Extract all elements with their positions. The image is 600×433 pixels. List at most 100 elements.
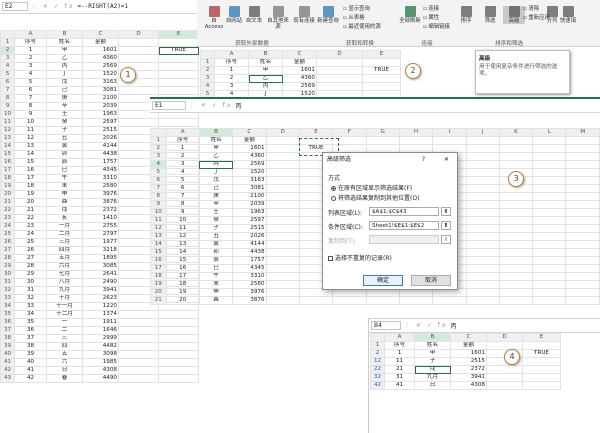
row-header[interactable]: 6 <box>150 176 167 185</box>
row-header[interactable]: 2 <box>370 349 385 358</box>
cell[interactable]: 2 <box>214 74 249 83</box>
cell[interactable] <box>265 144 300 153</box>
cell[interactable]: 2641 <box>82 270 119 279</box>
cell[interactable]: 1757 <box>232 256 267 265</box>
row-header[interactable]: 1 <box>200 58 215 67</box>
cell[interactable]: 18 <box>165 280 200 289</box>
cell[interactable] <box>498 232 534 241</box>
cell[interactable]: 2569 <box>282 82 317 91</box>
column-header[interactable]: A <box>384 333 415 342</box>
ribbon-button[interactable]: 现有连接 <box>293 6 315 24</box>
cell[interactable]: 3976 <box>82 190 119 199</box>
row-header[interactable]: 1 <box>0 38 15 47</box>
cell[interactable] <box>265 208 300 217</box>
cell[interactable]: 6 <box>165 184 200 193</box>
cell[interactable]: 1977 <box>82 238 119 247</box>
cell[interactable] <box>118 310 159 319</box>
cell[interactable] <box>498 160 534 169</box>
row-header[interactable]: 3 <box>150 152 167 161</box>
column-header[interactable]: B <box>414 333 451 342</box>
cell[interactable]: 2580 <box>82 182 119 191</box>
cell[interactable] <box>158 38 199 47</box>
cell[interactable]: 八月 <box>46 278 83 287</box>
cell[interactable] <box>532 264 567 273</box>
cell[interactable]: 一 <box>46 318 83 327</box>
row-header[interactable]: 35 <box>0 310 15 319</box>
cell[interactable] <box>532 240 567 249</box>
cell[interactable] <box>532 216 567 225</box>
cell[interactable] <box>118 366 159 375</box>
cell[interactable] <box>158 358 199 367</box>
cell[interactable]: 六 <box>46 358 83 367</box>
cell[interactable] <box>486 373 523 382</box>
cell[interactable]: 8 <box>165 200 200 209</box>
cell[interactable]: 子 <box>414 357 451 366</box>
cell[interactable]: 41 <box>14 366 47 375</box>
cell[interactable]: 2100 <box>82 94 119 103</box>
cell[interactable]: 序号 <box>214 58 249 67</box>
cell[interactable]: 8 <box>14 102 47 111</box>
list-range-input[interactable]: $A$1:$C$43 <box>369 207 439 216</box>
cell[interactable] <box>498 192 534 201</box>
cell[interactable] <box>316 82 363 91</box>
cell[interactable]: 3 <box>14 62 47 71</box>
row-header[interactable]: 32 <box>370 373 385 382</box>
cell[interactable] <box>465 240 500 249</box>
cell[interactable]: 26 <box>14 246 47 255</box>
cell[interactable] <box>158 70 199 79</box>
cell[interactable]: 子 <box>198 224 234 233</box>
cell[interactable] <box>498 296 534 305</box>
corner-cell[interactable] <box>200 50 215 59</box>
ok-button[interactable]: 确定 <box>363 275 403 286</box>
cell[interactable]: 姓名 <box>414 341 451 350</box>
cell[interactable]: 34 <box>14 310 47 319</box>
ribbon-button[interactable]: 排序 <box>455 6 477 24</box>
cell[interactable] <box>265 296 300 305</box>
cell[interactable] <box>565 144 600 153</box>
cell[interactable]: 13 <box>14 142 47 151</box>
cell[interactable]: 3 <box>214 82 249 91</box>
cell[interactable]: 1646 <box>82 326 119 335</box>
cell[interactable] <box>565 280 600 289</box>
cell[interactable] <box>265 288 300 297</box>
cell[interactable] <box>532 296 567 305</box>
cell[interactable]: 寅 <box>198 240 234 249</box>
ribbon-button[interactable]: 全部刷新 <box>399 6 421 24</box>
cell[interactable]: 36 <box>14 326 47 335</box>
cell[interactable]: 21 <box>384 365 415 374</box>
cell[interactable]: 11 <box>14 126 47 135</box>
cell[interactable] <box>465 224 500 233</box>
cell[interactable] <box>465 168 500 177</box>
cell[interactable]: 甲 <box>46 46 83 55</box>
cell[interactable]: 日 <box>46 366 83 375</box>
cell[interactable]: 金额 <box>450 341 487 350</box>
column-header[interactable]: F <box>332 128 367 137</box>
cell[interactable]: 金额 <box>282 58 317 67</box>
cell[interactable]: 4308 <box>450 381 487 390</box>
cell[interactable] <box>465 152 500 161</box>
cell[interactable]: 午 <box>46 174 83 183</box>
ribbon-small-button[interactable]: ▫ 编辑链接 <box>423 24 450 30</box>
cell[interactable]: 2039 <box>82 102 119 111</box>
cell[interactable]: 11 <box>165 224 200 233</box>
cell[interactable] <box>486 365 523 374</box>
cell[interactable]: 3218 <box>82 246 119 255</box>
cell[interactable]: 三 <box>46 334 83 343</box>
row-header[interactable]: 25 <box>0 230 15 239</box>
cell[interactable]: 日 <box>414 381 451 390</box>
cell[interactable]: 2569 <box>82 62 119 71</box>
cell[interactable] <box>565 256 600 265</box>
row-header[interactable]: 11 <box>150 216 167 225</box>
cell[interactable]: 卯 <box>198 248 234 257</box>
cell[interactable]: 3098 <box>82 350 119 359</box>
cell[interactable]: 24 <box>14 230 47 239</box>
cell[interactable] <box>432 136 467 145</box>
cell[interactable] <box>565 240 600 249</box>
column-header[interactable]: A <box>14 30 47 39</box>
cell[interactable]: 3876 <box>82 198 119 207</box>
cell[interactable]: 17 <box>14 174 47 183</box>
cell[interactable]: 巳 <box>198 264 234 273</box>
row-header[interactable]: 5 <box>150 168 167 177</box>
cell[interactable] <box>522 357 561 366</box>
row-header[interactable]: 32 <box>0 286 15 295</box>
